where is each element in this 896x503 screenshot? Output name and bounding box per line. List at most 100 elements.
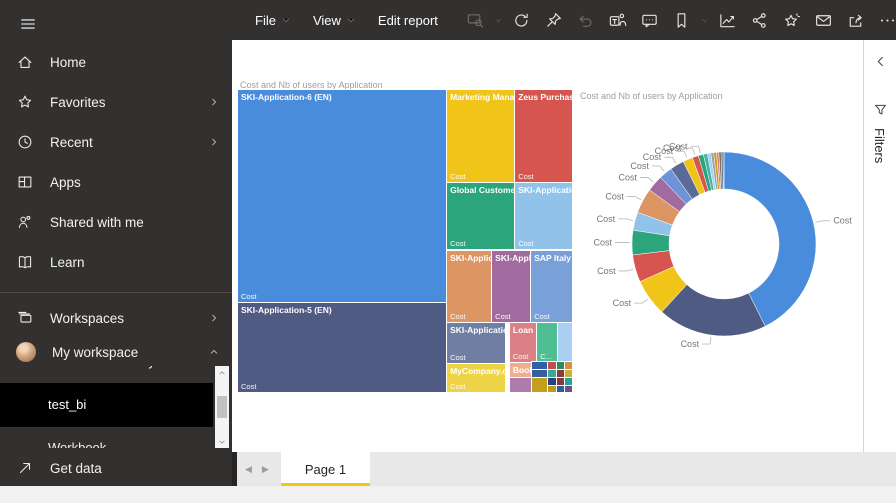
tile-measure-label: Cost [518,172,533,181]
donut-slice-label: Cost [593,237,612,247]
more-options-icon[interactable] [875,0,896,40]
sidebar-item-favorites[interactable]: Favorites [0,84,232,120]
treemap-tile-small[interactable] [532,362,547,369]
treemap-tile[interactable]: Marketing Manageme...Cost [447,90,514,182]
explore-icon[interactable] [463,0,489,40]
treemap-tile-small[interactable] [557,362,564,370]
pin-icon[interactable] [541,0,567,40]
sidebar-item-label: Workspaces [50,311,124,326]
treemap-tile-small[interactable]: C... [537,323,557,362]
chevron-up-icon[interactable] [208,346,220,358]
sidebar-divider [0,292,232,293]
treemap-tile-small[interactable] [557,370,564,378]
treemap-tile[interactable]: SAP ItalyCost [531,251,572,323]
donut-slice-label: Cost [619,172,638,182]
chevron-down-icon[interactable] [701,0,709,40]
chevron-right-icon[interactable] [208,312,220,324]
treemap-title: Cost and Nb of users by Application [240,80,383,90]
workspace-item-test-bi[interactable]: test_bi [0,383,213,427]
refresh-icon[interactable] [509,0,535,40]
treemap-tile[interactable]: SKI-Application-4...Cost [515,183,572,249]
powerbi-window: FileViewEdit report Home Favorites Recent A… [0,0,896,503]
treemap-tile[interactable]: Global CustomerCost [447,183,514,249]
tile-measure-label: Cost [450,239,465,248]
treemap-tile-small[interactable] [565,386,572,392]
sidebar-item-shared-with-me[interactable]: Shared with me [0,204,232,240]
page-tab-page-1[interactable]: Page 1 [281,452,370,486]
sidebar-item-workspaces[interactable]: Workspaces [0,300,232,336]
donut-visual[interactable]: CostCostCostCostCostCostCostCostCostCost… [574,78,874,448]
menu-view[interactable]: View [302,0,367,40]
sidebar-item-label: Home [50,55,86,70]
favorite-icon[interactable] [779,0,805,40]
donut-slice-label: Cost [669,141,688,151]
treemap-visual[interactable]: SKI-Application-6 (EN)CostSKI-Applicatio… [238,90,572,392]
people-icon [16,213,34,231]
treemap-tile[interactable]: SKI-Application-5 (EN)Cost [238,303,446,392]
scroll-down-icon[interactable] [215,435,229,448]
treemap-tile-small[interactable] [565,362,572,370]
treemap-tile-small[interactable] [548,386,556,392]
related-content-icon[interactable] [747,0,773,40]
usage-metrics-icon[interactable] [715,0,741,40]
comment-icon[interactable] [637,0,663,40]
treemap-tile-small[interactable] [557,378,564,385]
filters-pane-label[interactable]: Filters [872,128,887,163]
treemap-tile-small[interactable] [548,370,556,378]
treemap-tile[interactable]: SKI-Applica...Cost [492,251,530,323]
undo-icon[interactable] [573,0,599,40]
collapse-pane-icon[interactable] [873,54,889,70]
scroll-up-icon[interactable] [215,366,229,379]
workspace-item-workbook-[interactable]: Workbook... [0,431,213,448]
treemap-tile-small[interactable] [557,386,564,392]
treemap-tile[interactable]: Loan ...Cost [510,323,536,362]
sidebar-item-learn[interactable]: Learn [0,244,232,280]
page-tab-label: Page 1 [305,462,346,477]
treemap-tile-small[interactable] [558,323,572,362]
workspace-list-scrollbar[interactable] [215,366,229,448]
treemap-tile-small[interactable] [548,362,556,370]
next-page-icon[interactable]: ▶ [262,464,269,475]
sidebar-item-my-workspace[interactable]: My workspace [0,337,232,367]
teams-chat-icon[interactable] [605,0,631,40]
treemap-tile[interactable]: SKI-Applicatio...Cost [447,251,491,323]
treemap-tile[interactable]: Book... [510,363,531,377]
hamburger-menu-icon[interactable] [10,6,46,42]
treemap-tile-small[interactable] [565,370,572,378]
chevron-down-icon[interactable] [495,0,503,40]
tile-label: Loan ... [510,323,536,335]
treemap-tile-small[interactable] [510,378,531,392]
treemap-tile-small[interactable] [548,378,556,385]
sidebar-item-home[interactable]: Home [0,44,232,80]
chevron-right-icon[interactable] [208,136,220,148]
menu-edit-report[interactable]: Edit report [367,0,449,40]
sidebar-item-apps[interactable]: Apps [0,164,232,200]
treemap-tile-small[interactable] [565,378,572,385]
subscribe-icon[interactable] [811,0,837,40]
treemap-tile-small[interactable] [532,378,547,392]
filters-pane: Filters [863,40,896,452]
menu-file[interactable]: File [244,0,302,40]
bookmarks-icon[interactable] [669,0,695,40]
treemap-tile[interactable]: SKI-Application-3 (E...Cost [447,323,505,363]
treemap-tile-small[interactable] [532,370,547,377]
sidebar-item-get-data[interactable]: Get data [0,452,232,484]
tile-measure-label: Cost [450,382,465,391]
treemap-tile[interactable]: MyCompany.com M... Cost [447,364,505,392]
tile-label: Book... [510,363,531,375]
tile-measure-label: Cost [450,312,465,321]
scrollbar-thumb[interactable] [217,396,227,418]
share-icon[interactable] [843,0,869,40]
sidebar-item-recent[interactable]: Recent [0,124,232,160]
apps-icon [16,173,34,191]
label-leader-line [702,337,711,344]
tile-label: MyCompany.com M... [447,364,505,376]
treemap-tile[interactable]: Zeus Purchasin... Cost [515,90,572,182]
donut-slice[interactable] [723,152,724,189]
treemap-tile[interactable]: SKI-Application-6 (EN)Cost [238,90,446,302]
chevron-right-icon[interactable] [208,96,220,108]
workspace-item-cost-and-users-by-a-[interactable]: Cost and Users by a... [0,366,213,379]
prev-page-icon[interactable]: ◀ [245,464,252,475]
tile-label: Zeus Purchasin... [515,90,572,102]
tile-label: SKI-Application-4... [515,183,572,195]
